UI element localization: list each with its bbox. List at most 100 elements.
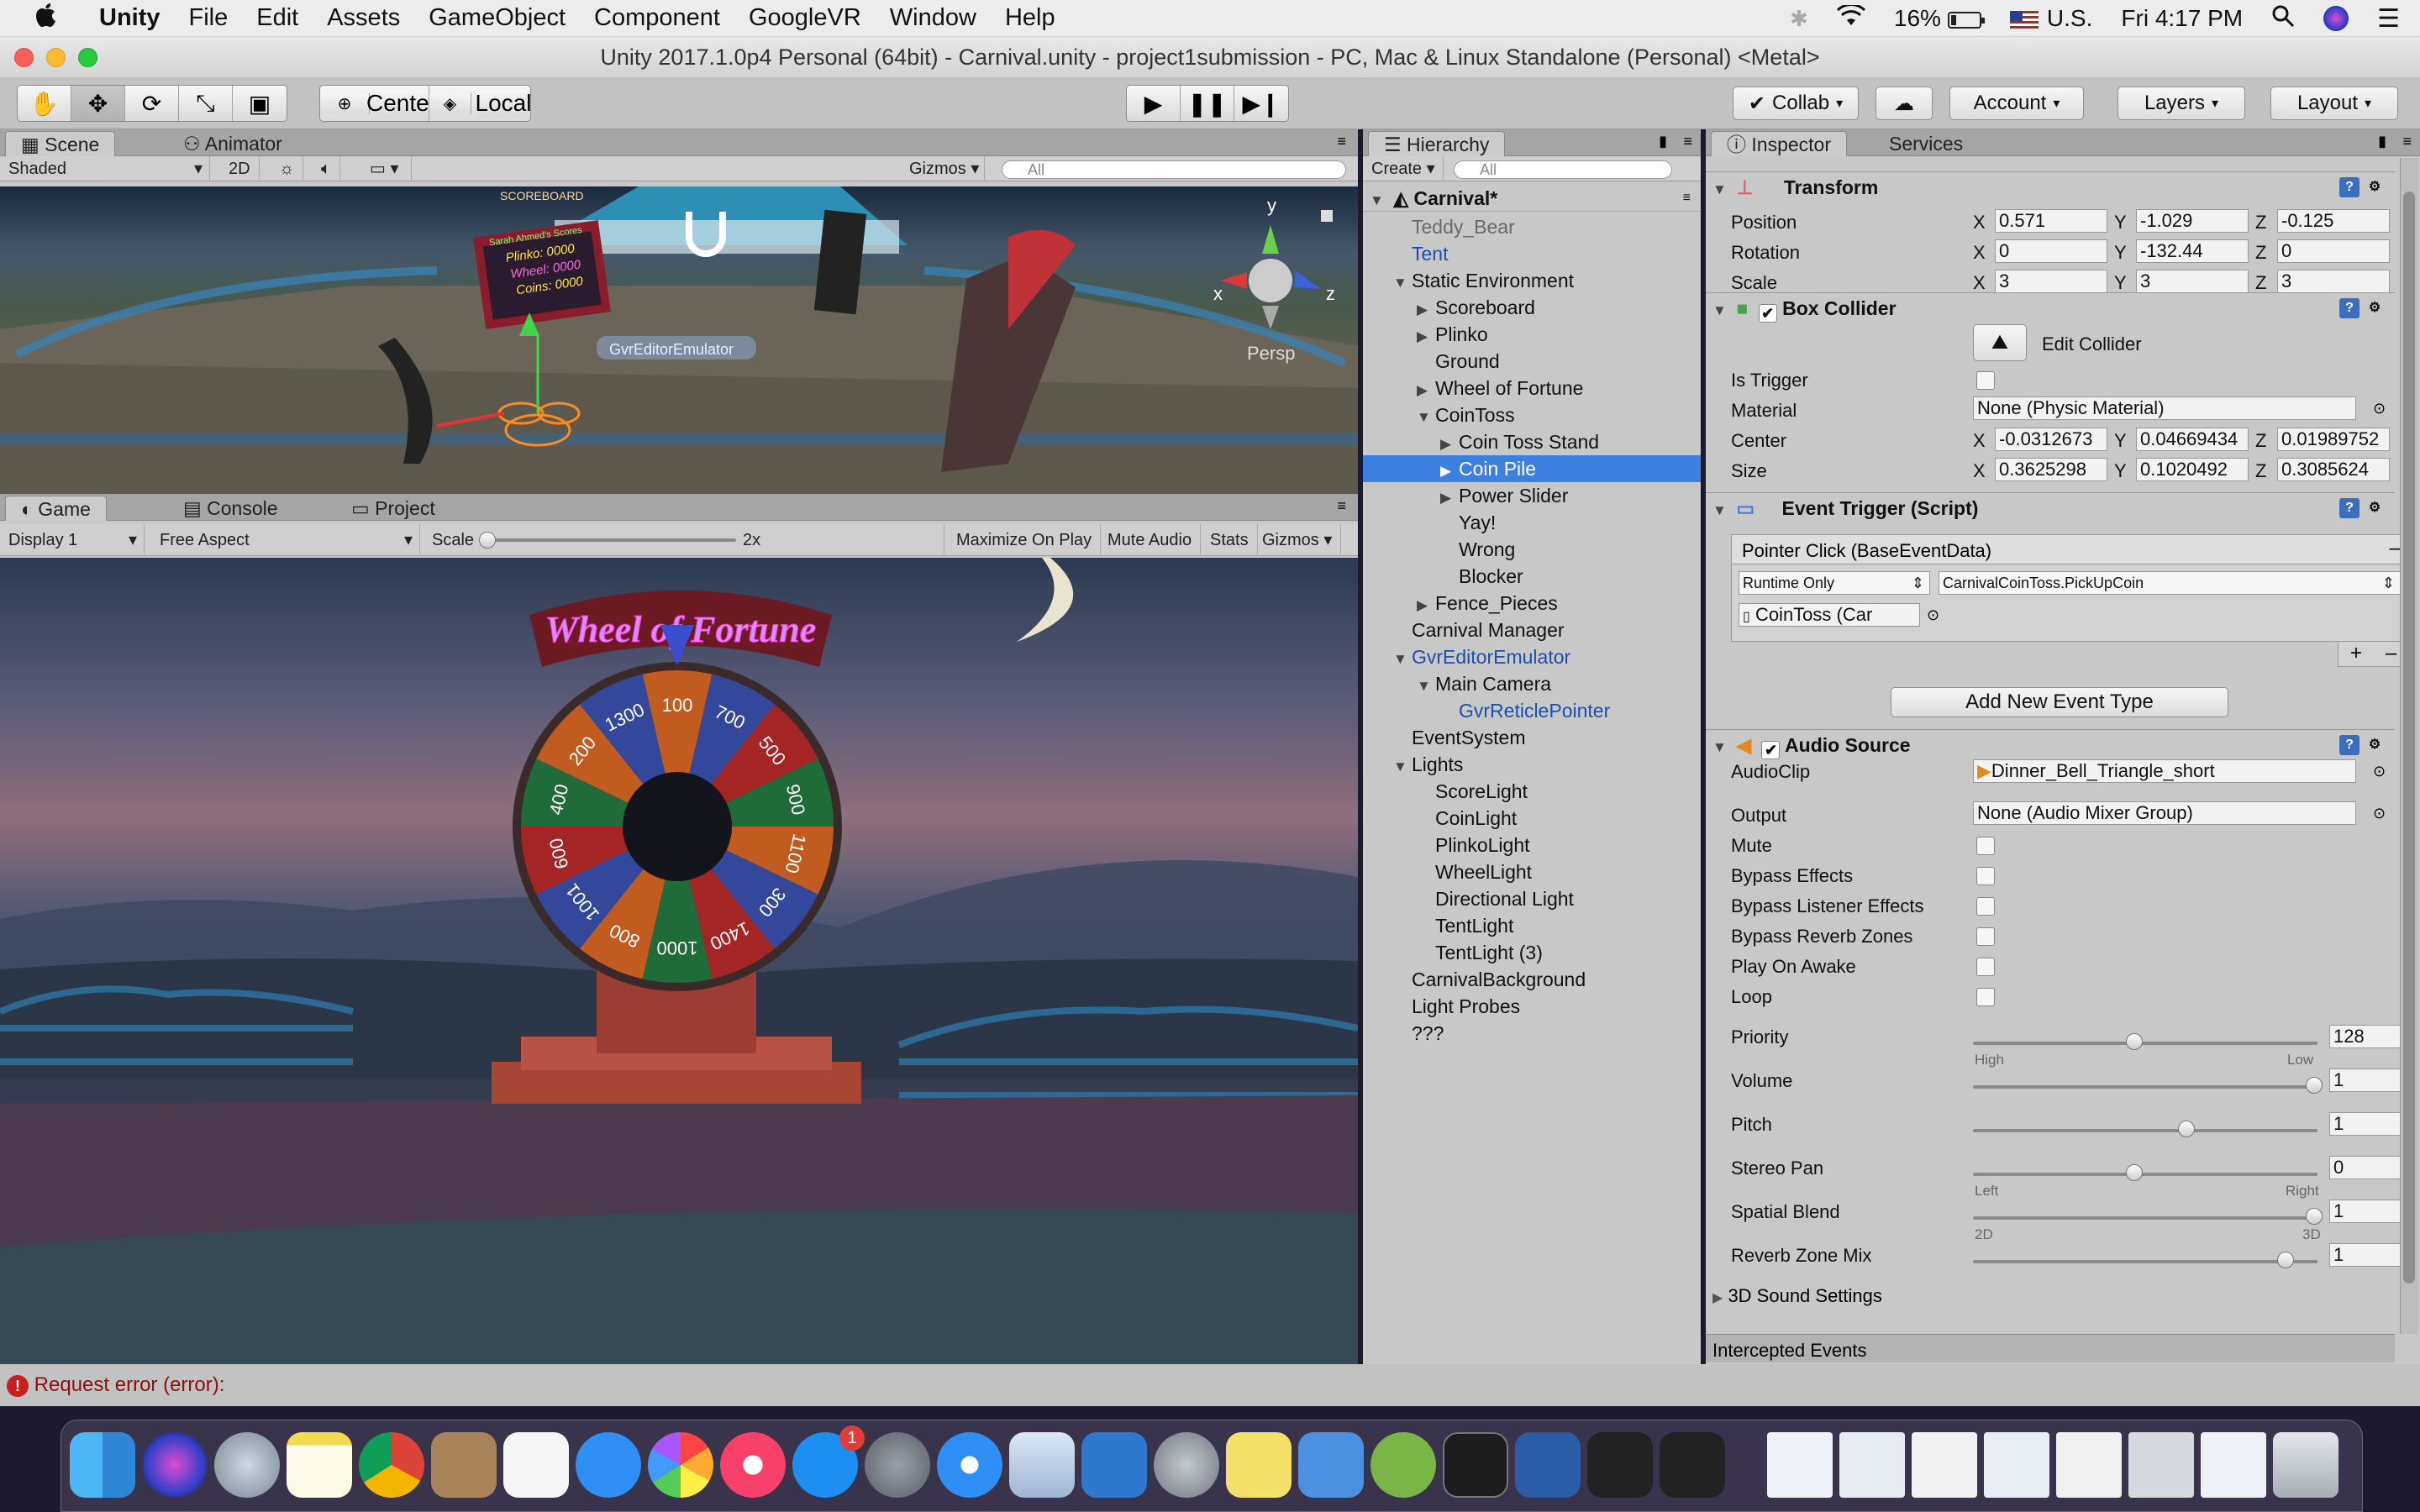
help-icon[interactable]: ? <box>2339 177 2360 197</box>
hierarchy-item[interactable]: ??? <box>1363 1020 1701 1047</box>
gear-icon[interactable]: ⚙ <box>2365 735 2385 755</box>
unity-hub-icon[interactable] <box>1660 1432 1725 1498</box>
step-button[interactable]: ▶❙ <box>1234 86 1288 121</box>
hierarchy-item[interactable]: ▼ Static Environment <box>1363 267 1701 294</box>
is-trigger-checkbox[interactable] <box>1976 371 1995 390</box>
hierarchy-item[interactable]: ScoreLight <box>1363 778 1701 805</box>
hierarchy-item[interactable]: ▶ Coin Pile <box>1363 455 1701 482</box>
window-close-button[interactable] <box>14 48 34 67</box>
hierarchy-item[interactable]: Light Probes <box>1363 993 1701 1020</box>
function-dropdown[interactable]: CarnivalCoinToss.PickUpCoin ⇕ <box>1939 571 2401 595</box>
object-picker-icon[interactable]: ⊙ <box>2373 805 2386 822</box>
menu-assets[interactable]: Assets <box>327 4 400 32</box>
object-picker-icon[interactable]: ⊙ <box>1927 606 1939 624</box>
menubar-clock[interactable]: Fri 4:17 PM <box>2121 5 2243 32</box>
expand-arrow-icon[interactable]: ▶ <box>1417 377 1435 404</box>
launchpad-icon[interactable] <box>214 1432 280 1498</box>
battery-status[interactable]: 16% <box>1894 5 1985 32</box>
expand-arrow-icon[interactable]: ▼ <box>1393 270 1412 297</box>
scale-y-field[interactable]: 3 <box>2136 270 2249 293</box>
pause-button[interactable]: ❚❚ <box>1181 86 1234 121</box>
audio-toggle-checkbox[interactable] <box>1976 837 1995 855</box>
panel-menu-icon[interactable]: ≡ <box>1683 133 1692 150</box>
expand-arrow-icon[interactable]: ▶ <box>1417 323 1435 350</box>
hierarchy-search-input[interactable]: All <box>1454 160 1672 179</box>
game-viewport[interactable]: Wheel of Fortune 10070050090011003001400… <box>0 558 1358 1364</box>
rotate-tool-icon[interactable]: ⟳ <box>125 86 179 121</box>
mute-audio-toggle[interactable]: Mute Audio <box>1099 524 1202 556</box>
help-icon[interactable]: ? <box>2339 298 2360 318</box>
menu-help[interactable]: Help <box>1005 4 1055 32</box>
box-collider-enabled-checkbox[interactable]: ✔ <box>1758 304 1777 323</box>
hierarchy-item[interactable]: TentLight (3) <box>1363 939 1701 966</box>
xcode-icon[interactable] <box>1081 1432 1147 1498</box>
expand-arrow-icon[interactable]: ▶ <box>1417 297 1435 323</box>
volume-slider-handle[interactable] <box>2306 1077 2323 1094</box>
volume-slider-track[interactable] <box>1973 1085 2317 1089</box>
gear-icon[interactable]: ⚙ <box>2365 498 2385 518</box>
siri-icon[interactable] <box>142 1432 208 1498</box>
rotation-z-field[interactable]: 0 <box>2277 239 2390 263</box>
android-studio-icon[interactable] <box>1370 1432 1436 1498</box>
menu-edit[interactable]: Edit <box>256 4 298 32</box>
hierarchy-item[interactable]: CarnivalBackground <box>1363 966 1701 993</box>
effects-dropdown-icon[interactable]: ▭ ▾ <box>361 156 412 181</box>
position-z-field[interactable]: -0.125 <box>2277 209 2390 233</box>
scale-z-field[interactable]: 3 <box>2277 270 2390 293</box>
rect-tool-icon[interactable]: ▣ <box>233 86 287 121</box>
gear-icon[interactable]: ⚙ <box>2365 298 2385 318</box>
window-maximize-button[interactable] <box>78 48 97 67</box>
display-dropdown[interactable]: Display 1 ▾ <box>0 524 145 556</box>
document-thumbnail[interactable] <box>1984 1432 2049 1498</box>
document-thumbnail[interactable] <box>1839 1432 1905 1498</box>
maximize-on-play-toggle[interactable]: Maximize On Play <box>948 524 1102 556</box>
scale-x-field[interactable]: 3 <box>1995 270 2107 293</box>
hierarchy-item[interactable]: ▼ Lights <box>1363 751 1701 778</box>
scene-orientation-gizmo[interactable] <box>1220 225 1321 329</box>
size-x-field[interactable]: 0.3625298 <box>1995 458 2107 481</box>
panel-menu-icon[interactable]: ≡ <box>1683 185 1691 212</box>
pitch-slider-track[interactable] <box>1973 1129 2317 1132</box>
expand-arrow-icon[interactable]: ▼ <box>1393 646 1412 673</box>
account-dropdown[interactable]: Account ▾ <box>1949 87 2084 120</box>
runtime-mode-dropdown[interactable]: Runtime Only ⇕ <box>1739 571 1930 595</box>
document-thumbnail[interactable] <box>1912 1432 1977 1498</box>
remove-entry-icon[interactable]: – <box>2386 642 2396 665</box>
hierarchy-item[interactable]: TentLight <box>1363 912 1701 939</box>
size-y-field[interactable]: 0.1020492 <box>2136 458 2249 481</box>
expand-arrow-icon[interactable]: ▶ <box>1417 592 1435 619</box>
scene-gizmos-dropdown[interactable]: Gizmos ▾ <box>901 156 985 181</box>
input-source[interactable]: U.S. <box>2009 5 2092 32</box>
status-bar[interactable]: ! Request error (error): <box>0 1364 2420 1406</box>
hierarchy-item[interactable]: ▶ Plinko <box>1363 321 1701 348</box>
stereo-pan-slider-handle[interactable] <box>2126 1164 2143 1181</box>
inspector-scrollbar[interactable] <box>2400 158 2418 1334</box>
photos-icon[interactable] <box>648 1432 713 1498</box>
tab-console[interactable]: ▤ Console <box>168 496 293 521</box>
audio-source-header[interactable]: ▼ ◀ ✔ Audio Source ? ⚙ <box>1706 729 2395 759</box>
trash-icon[interactable] <box>2273 1432 2338 1498</box>
add-new-event-type-button[interactable]: Add New Event Type <box>1891 687 2228 717</box>
scale-tool-icon[interactable]: ⤡ <box>179 86 233 121</box>
spatial-blend-slider-track[interactable] <box>1973 1216 2317 1220</box>
document-thumbnail[interactable] <box>1767 1432 1833 1498</box>
notes-icon[interactable] <box>287 1432 352 1498</box>
cloud-button[interactable]: ☁ <box>1876 87 1933 120</box>
notification-center-icon[interactable]: ☰ <box>2377 4 2400 34</box>
inspector-scrollbar-thumb[interactable] <box>2403 192 2415 1284</box>
expand-arrow-icon[interactable]: ▼ <box>1393 753 1412 780</box>
hierarchy-item[interactable]: Carnival Manager <box>1363 617 1701 643</box>
2d-toggle[interactable]: 2D <box>220 156 260 181</box>
add-entry-icon[interactable]: + <box>2350 642 2362 665</box>
lighting-toggle-icon[interactable]: ☼ <box>271 156 304 181</box>
tab-services[interactable]: Services <box>1874 131 1978 156</box>
hierarchy-item[interactable]: WheelLight <box>1363 858 1701 885</box>
document-thumbnail[interactable] <box>2201 1432 2266 1498</box>
transform-header[interactable]: ▼ ⊥ Transform ? ⚙ <box>1706 171 2395 202</box>
expand-arrow-icon[interactable]: ▶ <box>1440 431 1459 458</box>
messages-icon[interactable] <box>576 1432 641 1498</box>
center-y-field[interactable]: 0.04669434 <box>2136 428 2249 451</box>
menu-window[interactable]: Window <box>890 4 976 32</box>
reverb-slider-handle[interactable] <box>2277 1252 2294 1268</box>
lock-icon[interactable]: ▮ <box>1659 133 1667 150</box>
